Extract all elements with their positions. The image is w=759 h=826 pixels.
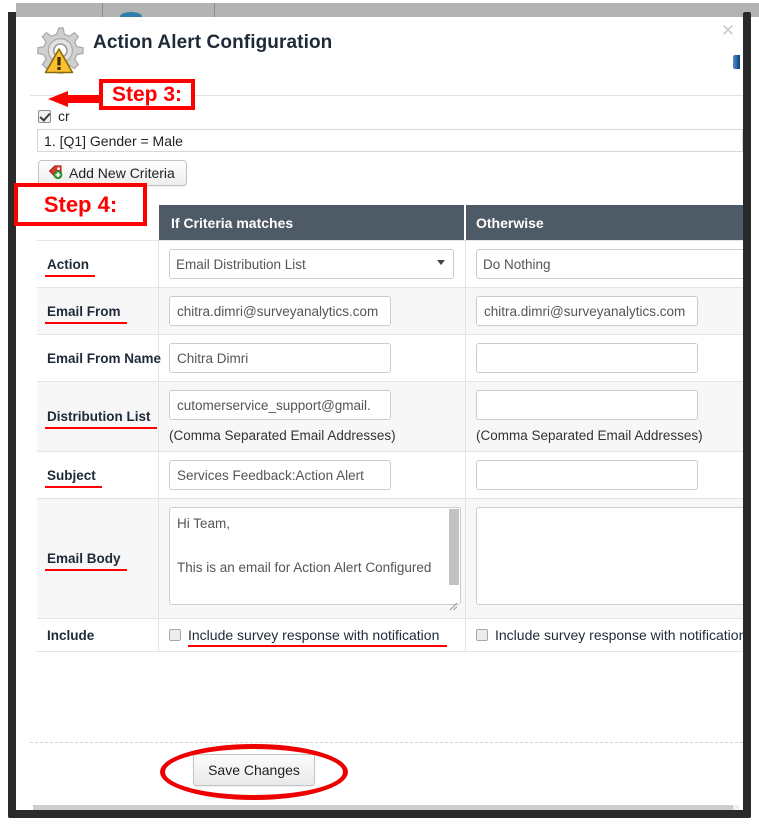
otherwise-subject-input[interactable]: [476, 460, 698, 490]
otherwise-email-from-input[interactable]: [476, 296, 698, 326]
tab-separator: [102, 3, 103, 17]
criteria-enable-row[interactable]: cr: [38, 107, 70, 125]
include-response-checkbox[interactable]: [169, 629, 181, 641]
include-response-checkbox[interactable]: [476, 629, 488, 641]
save-changes-button[interactable]: Save Changes: [193, 754, 315, 786]
page-title: Action Alert Configuration: [93, 32, 333, 53]
textarea-wrapper: [169, 507, 461, 611]
window-border-right: [743, 12, 751, 818]
otherwise-cell-email-from-name: [466, 335, 743, 381]
action-configuration-table: If Criteria matches Otherwise Action Email …: [37, 205, 743, 652]
table-row: Include Include survey response with noti…: [37, 619, 743, 652]
row-label-text: Subject: [45, 467, 102, 488]
row-label-text: Email From Name: [47, 350, 162, 366]
select-wrapper: Do Nothing: [476, 249, 743, 279]
row-label-text: Include: [47, 627, 95, 643]
row-label-email-body: Email Body: [37, 499, 159, 618]
otherwise-action-select[interactable]: Do Nothing: [476, 249, 743, 279]
if-email-body-textarea[interactable]: [169, 507, 461, 605]
browser-window: ✕ Action Alert Configuration cr 1. [Q1] …: [0, 0, 759, 826]
otherwise-cell-email-body: [466, 499, 743, 618]
otherwise-cell-distribution-list: (Comma Separated Email Addresses): [466, 382, 743, 451]
criteria-checkbox[interactable]: [38, 109, 51, 123]
if-email-from-name-input[interactable]: [169, 343, 391, 373]
table-row: Email From Name: [37, 335, 743, 382]
table-row: Action Email Distribution List Do Nothing: [37, 241, 743, 288]
if-cell-subject: [159, 452, 466, 498]
row-label-email-from-name: Email From Name: [37, 335, 162, 381]
if-cell-email-from-name: [159, 335, 466, 381]
textarea-wrapper: [476, 507, 743, 610]
row-label-action: Action: [37, 241, 159, 287]
criteria-checkbox-label: cr: [58, 108, 70, 124]
horizontal-scrollbar-thumb[interactable]: [33, 805, 733, 810]
dialog-header: Action Alert Configuration: [16, 17, 743, 83]
otherwise-cell-subject: [466, 452, 743, 498]
table-row: Email Body: [37, 499, 743, 619]
otherwise-email-body-textarea[interactable]: [476, 507, 743, 605]
if-cell-distribution-list: (Comma Separated Email Addresses): [159, 382, 466, 451]
row-label-text: Email Body: [45, 551, 127, 571]
comma-separated-hint: (Comma Separated Email Addresses): [169, 428, 396, 443]
if-subject-input[interactable]: [169, 460, 391, 490]
if-cell-action: Email Distribution List: [159, 241, 466, 287]
window-border-left: [8, 12, 16, 818]
select-wrapper: Email Distribution List: [169, 249, 454, 279]
otherwise-email-from-name-input[interactable]: [476, 343, 698, 373]
comma-separated-hint: (Comma Separated Email Addresses): [476, 428, 703, 443]
step3-arrow-annotation: [46, 91, 104, 107]
row-label-subject: Subject: [37, 452, 159, 498]
add-tag-icon: [48, 164, 63, 182]
action-alert-configuration-dialog: ✕ Action Alert Configuration cr 1. [Q1] …: [16, 17, 743, 810]
criteria-list-item[interactable]: 1. [Q1] Gender = Male: [37, 129, 743, 152]
step3-annotation: Step 3:: [99, 79, 195, 110]
header-otherwise: Otherwise: [476, 214, 544, 231]
horizontal-scrollbar[interactable]: [33, 805, 739, 810]
if-include-checkbox-line[interactable]: Include survey response with notificatio…: [169, 627, 455, 647]
row-label-text: Distribution List: [45, 409, 156, 429]
row-label-text: Email From: [45, 303, 127, 324]
table-row: Distribution List (Comma Separated Email …: [37, 382, 743, 452]
window-border-bottom: [8, 810, 751, 818]
otherwise-cell-include: Include survey response with notificatio…: [466, 619, 743, 651]
table-row: Subject: [37, 452, 743, 499]
add-new-criteria-label: Add New Criteria: [69, 165, 175, 181]
row-label-include: Include: [37, 619, 159, 651]
otherwise-include-checkbox-line[interactable]: Include survey response with notificatio…: [476, 627, 743, 643]
if-cell-email-from: [159, 288, 466, 334]
browser-tab-strip: [16, 3, 759, 21]
otherwise-cell-action: Do Nothing: [466, 241, 743, 287]
if-action-select[interactable]: Email Distribution List: [169, 249, 454, 279]
if-cell-include: Include survey response with notificatio…: [159, 619, 466, 651]
header-if-criteria-matches: If Criteria matches: [159, 205, 466, 240]
otherwise-cell-email-from: [466, 288, 743, 334]
row-label-text: Action: [45, 256, 95, 277]
include-response-label: Include survey response with notificatio…: [188, 627, 448, 647]
if-email-from-input[interactable]: [169, 296, 391, 326]
if-cell-email-body: [159, 499, 466, 618]
include-response-label: Include survey response with notificatio…: [495, 627, 743, 643]
row-label-email-from: Email From: [37, 288, 159, 334]
footer-divider: [30, 742, 743, 743]
row-label-distribution-list: Distribution List: [37, 382, 159, 451]
if-distribution-list-input[interactable]: [169, 390, 391, 420]
tab-separator: [214, 3, 215, 17]
otherwise-distribution-list-input[interactable]: [476, 390, 698, 420]
warning-triangle-icon: [44, 47, 74, 74]
table-row: Email From: [37, 288, 743, 335]
step4-annotation: Step 4:: [14, 183, 147, 226]
